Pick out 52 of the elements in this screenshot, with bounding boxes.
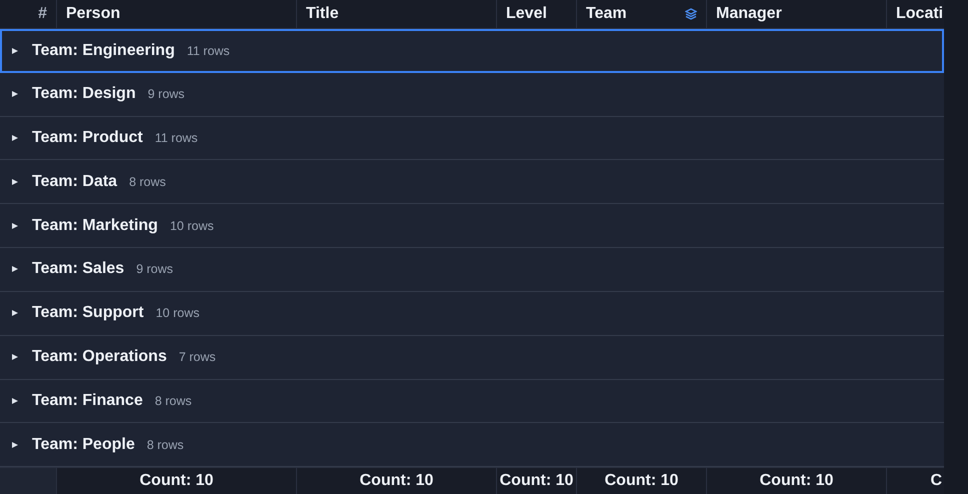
group-row[interactable]: Team: Product 11 rows [0, 116, 944, 160]
column-header[interactable]: Team [576, 0, 706, 28]
group-label: Team: Design [32, 85, 136, 104]
caret-icon[interactable] [12, 134, 18, 141]
group-row[interactable]: Team: Engineering 11 rows [0, 28, 944, 73]
group-label: Team: Support [32, 304, 144, 322]
row-count: 11 rows [186, 44, 230, 58]
caret-icon[interactable] [12, 222, 18, 229]
group-label: Team: Marketing [32, 216, 158, 235]
caret-icon[interactable] [12, 48, 18, 54]
group-label: Team: Sales [32, 260, 124, 278]
caret-icon[interactable] [12, 354, 18, 360]
column-header[interactable]: # [0, 0, 56, 28]
group-row[interactable]: Team: Support 10 rows [0, 292, 944, 336]
group-label: Team: Operations [32, 348, 167, 366]
caret-icon[interactable] [12, 178, 18, 185]
caret-icon[interactable] [12, 266, 18, 272]
group-label: Team: Finance [32, 392, 143, 410]
group-label: Team: People [32, 436, 135, 454]
column-header[interactable]: Level [496, 0, 576, 28]
row-count: 7 rows [178, 350, 216, 364]
group-label: Team: Data [32, 172, 118, 191]
column-header[interactable]: Title [296, 0, 496, 28]
group-row[interactable]: Team: Design 9 rows [0, 72, 944, 117]
footer-cell: Count: 10 [296, 468, 496, 494]
footer-cell: Count: 10 [706, 468, 886, 494]
column-header[interactable]: Person [56, 0, 296, 28]
footer-cell: Count: 10 [496, 468, 576, 494]
caret-icon[interactable] [12, 442, 18, 448]
row-count: 8 rows [154, 394, 192, 408]
row-count: 10 rows [156, 306, 200, 320]
caret-icon[interactable] [12, 398, 18, 404]
group-row[interactable]: Team: Finance 8 rows [0, 380, 944, 424]
row-count: 11 rows [154, 130, 198, 145]
row-count: 9 rows [148, 87, 185, 102]
column-header[interactable]: Manager [706, 0, 886, 28]
row-count: 9 rows [136, 262, 174, 276]
column-header[interactable]: Locati [886, 0, 944, 28]
group-label: Team: Engineering [32, 42, 175, 60]
group-row[interactable]: Team: Operations 7 rows [0, 336, 944, 380]
group-row[interactable]: Team: Marketing 10 rows [0, 204, 944, 248]
group-row[interactable]: Team: Sales 9 rows [0, 248, 944, 292]
group-label: Team: Product [32, 128, 143, 147]
caret-icon[interactable] [12, 91, 18, 98]
caret-icon[interactable] [12, 310, 18, 316]
group-row[interactable]: Team: Data 8 rows [0, 160, 944, 204]
footer-cell: Count: 10 [576, 468, 706, 494]
footer-cell: C [886, 468, 944, 494]
row-count: 8 rows [129, 174, 166, 189]
row-count: 8 rows [146, 438, 184, 452]
footer-cell: Count: 10 [56, 468, 296, 494]
row-count: 10 rows [170, 218, 214, 233]
